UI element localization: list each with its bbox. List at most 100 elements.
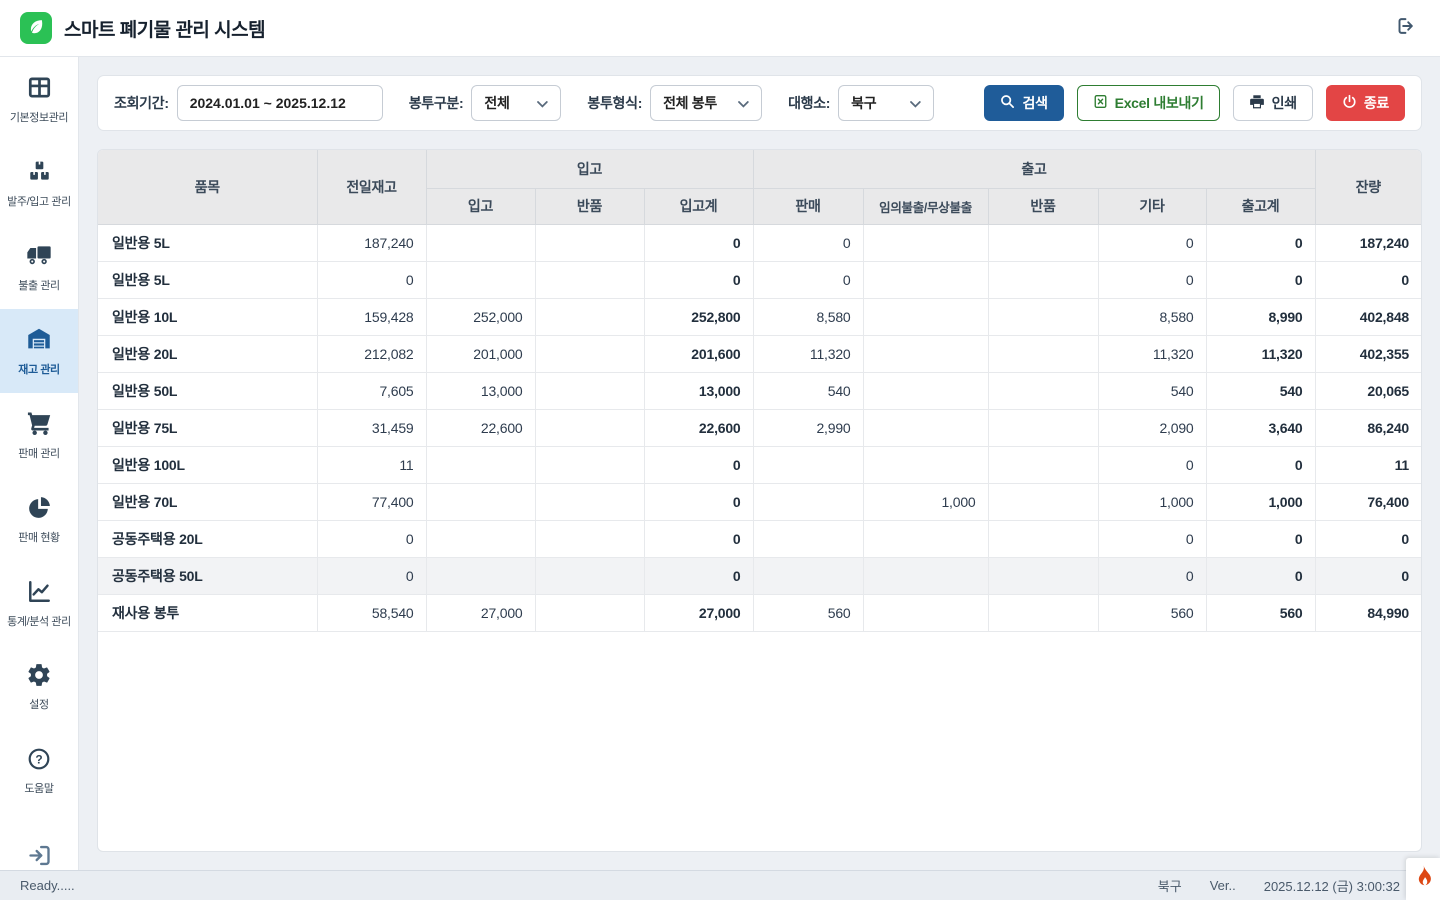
sidebar-item-help[interactable]: ? 도움말 [0, 729, 78, 813]
cell-prev: 187,240 [317, 224, 426, 261]
excel-export-button[interactable]: Excel 내보내기 [1077, 85, 1220, 121]
exit-label: 종료 [1364, 93, 1389, 113]
cell-inb_total: 0 [644, 557, 753, 594]
cell-inb [426, 520, 535, 557]
sidebar-item-label: 통계/분석 관리 [7, 613, 71, 629]
sidebar: 기본정보관리 발주/입고 관리 불출 관리 재고 관리 판매 관리 판매 현황 [0, 57, 79, 870]
agency-select[interactable]: 북구 [838, 85, 934, 121]
cell-sales [753, 483, 863, 520]
cell-item: 일반용 70L [98, 483, 317, 520]
table-row[interactable]: 일반용 70L77,40001,0001,0001,00076,400 [98, 483, 1421, 520]
cell-etc: 560 [1098, 594, 1206, 631]
truck-icon [25, 241, 53, 269]
sidebar-item-basic-info[interactable]: 기본정보관리 [0, 57, 78, 141]
table-row[interactable]: 일반용 5L000000 [98, 261, 1421, 298]
cell-out_ret [988, 224, 1098, 261]
cell-free [863, 409, 988, 446]
cell-inb_total: 0 [644, 483, 753, 520]
status-text: Ready..... [20, 878, 75, 893]
sidebar-item-settings[interactable]: 설정 [0, 645, 78, 729]
bag-format-select[interactable]: 전체 봉투 [650, 85, 762, 121]
arrow-in-icon [26, 842, 53, 869]
col-header-prev-stock: 전일재고 [317, 150, 426, 224]
logout-button[interactable] [1390, 13, 1420, 43]
cell-remain: 402,848 [1315, 298, 1421, 335]
printer-icon [1249, 94, 1265, 113]
sidebar-item-inventory[interactable]: 재고 관리 [0, 309, 78, 393]
table-row[interactable]: 일반용 50L7,60513,00013,00054054054020,065 [98, 372, 1421, 409]
col-group-inbound: 입고 [426, 150, 753, 188]
search-button[interactable]: 검색 [984, 85, 1063, 121]
table-row[interactable]: 일반용 5L187,2400000187,240 [98, 224, 1421, 261]
cell-remain: 86,240 [1315, 409, 1421, 446]
warehouse-icon [25, 325, 53, 353]
period-label: 조회기간: [114, 93, 169, 113]
cell-out_ret [988, 335, 1098, 372]
cell-out_total: 3,640 [1206, 409, 1315, 446]
agency-group: 대행소: 북구 [788, 85, 934, 121]
print-button[interactable]: 인쇄 [1233, 85, 1313, 121]
cell-free [863, 594, 988, 631]
exit-button[interactable]: 종료 [1326, 85, 1405, 121]
sidebar-item-order-inbound[interactable]: 발주/입고 관리 [0, 141, 78, 225]
cell-inb_ret [535, 372, 644, 409]
status-right: 북구 Ver.. 2025.12.12 (금) 3:00:32 [1158, 876, 1400, 895]
cell-etc: 0 [1098, 224, 1206, 261]
cell-remain: 76,400 [1315, 483, 1421, 520]
inventory-table: 품목 전일재고 입고 출고 잔량 입고 반품 입고계 판매 임의불출/무상불출 … [98, 150, 1421, 632]
cell-inb_ret [535, 594, 644, 631]
cell-item: 일반용 20L [98, 335, 317, 372]
status-bar: Ready..... 북구 Ver.. 2025.12.12 (금) 3:00:… [0, 870, 1440, 900]
table-row[interactable]: 일반용 20L212,082201,000201,60011,32011,320… [98, 335, 1421, 372]
cell-out_ret [988, 594, 1098, 631]
table-row[interactable]: 일반용 100L1100011 [98, 446, 1421, 483]
sidebar-item-label: 기본정보관리 [10, 109, 68, 125]
cell-inb_total: 252,800 [644, 298, 753, 335]
sidebar-item-login[interactable] [0, 813, 78, 870]
cell-prev: 11 [317, 446, 426, 483]
sidebar-item-label: 발주/입고 관리 [7, 193, 71, 209]
period-input[interactable] [177, 85, 383, 121]
table-row[interactable]: 일반용 10L159,428252,000252,8008,5808,5808,… [98, 298, 1421, 335]
sidebar-item-statistics[interactable]: 통계/분석 관리 [0, 561, 78, 645]
cell-inb_total: 0 [644, 224, 753, 261]
sidebar-item-sales-status[interactable]: 판매 현황 [0, 477, 78, 561]
flame-badge [1406, 858, 1440, 900]
cell-inb_total: 0 [644, 520, 753, 557]
col-header-inbound-return: 반품 [535, 188, 644, 224]
cell-inb_ret [535, 298, 644, 335]
sidebar-item-label: 재고 관리 [18, 361, 60, 377]
sidebar-item-sales-mgmt[interactable]: 판매 관리 [0, 393, 78, 477]
bag-type-value: 전체 [484, 93, 509, 113]
cell-inb_ret [535, 520, 644, 557]
cell-out_total: 0 [1206, 446, 1315, 483]
cell-out_total: 1,000 [1206, 483, 1315, 520]
cell-remain: 0 [1315, 557, 1421, 594]
table-row[interactable]: 재사용 봉투58,54027,00027,00056056056084,990 [98, 594, 1421, 631]
cell-item: 일반용 5L [98, 224, 317, 261]
bag-type-select[interactable]: 전체 [471, 85, 561, 121]
print-label: 인쇄 [1272, 93, 1297, 113]
cell-inb_ret [535, 224, 644, 261]
cell-out_total: 0 [1206, 520, 1315, 557]
agency-value: 북구 [851, 93, 876, 113]
cell-free [863, 557, 988, 594]
cell-out_ret [988, 557, 1098, 594]
cell-etc: 1,000 [1098, 483, 1206, 520]
leaf-icon [27, 17, 45, 40]
cell-prev: 0 [317, 557, 426, 594]
cell-etc: 8,580 [1098, 298, 1206, 335]
sidebar-item-release[interactable]: 불출 관리 [0, 225, 78, 309]
help-icon: ? [26, 746, 52, 772]
table-row[interactable]: 공동주택용 50L00000 [98, 557, 1421, 594]
table-body: 일반용 5L187,2400000187,240일반용 5L000000일반용 … [98, 224, 1421, 631]
cart-icon [25, 409, 53, 437]
table-row[interactable]: 일반용 75L31,45922,60022,6002,9902,0903,640… [98, 409, 1421, 446]
col-header-etc: 기타 [1098, 188, 1206, 224]
col-header-outbound-return: 반품 [988, 188, 1098, 224]
cell-remain: 20,065 [1315, 372, 1421, 409]
cell-free [863, 372, 988, 409]
excel-icon [1093, 94, 1108, 112]
table-row[interactable]: 공동주택용 20L00000 [98, 520, 1421, 557]
cell-sales [753, 557, 863, 594]
